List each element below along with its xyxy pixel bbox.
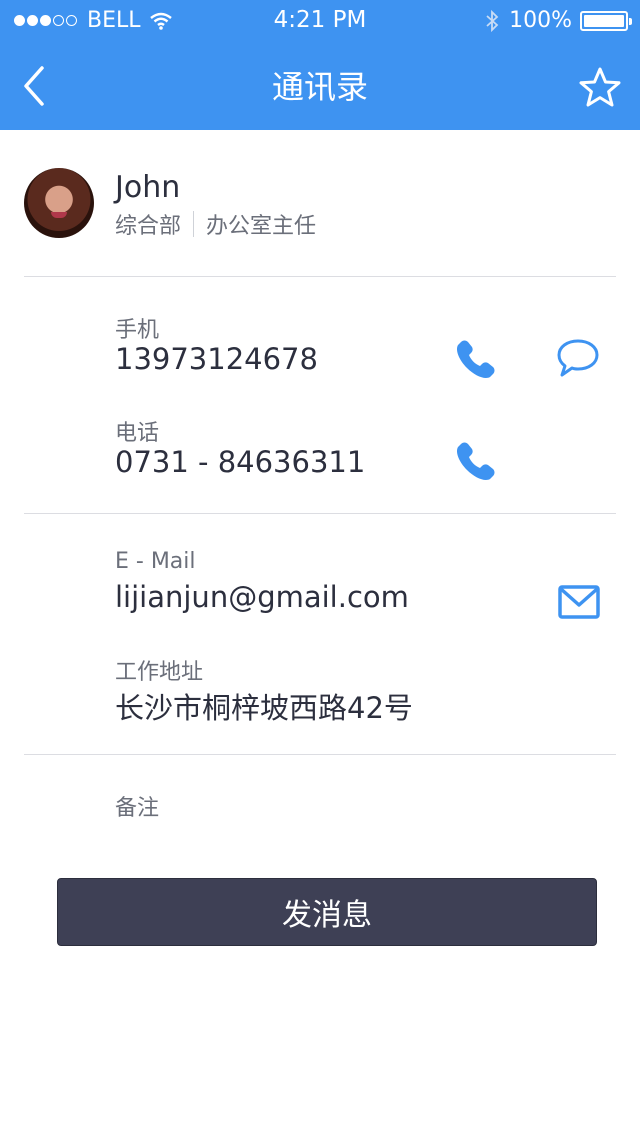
divider — [24, 513, 616, 514]
address-label: 工作地址 — [115, 660, 204, 685]
message-mobile-button[interactable] — [556, 336, 600, 380]
divider — [24, 754, 616, 755]
contact-name: John — [115, 170, 181, 205]
contact-subtitle: 综合部 办公室主任 — [115, 208, 316, 240]
mobile-value: 13973124678 — [115, 342, 318, 376]
call-mobile-button[interactable] — [455, 336, 499, 380]
email-value: lijianjun@gmail.com — [115, 580, 409, 614]
battery-percent: 100% — [509, 8, 572, 33]
subtitle-separator — [193, 211, 195, 237]
address-value: 长沙市桐梓坡西路42号 — [115, 691, 413, 725]
favorite-star-button[interactable] — [578, 66, 622, 110]
avatar — [24, 168, 94, 238]
contact-profile: John 综合部 办公室主任 — [24, 168, 616, 240]
contact-position: 办公室主任 — [206, 214, 317, 239]
app-header: BELL 4:21 PM 100% 通讯录 — [0, 0, 640, 130]
bluetooth-icon — [486, 9, 499, 32]
mobile-label: 手机 — [115, 318, 160, 343]
send-email-button[interactable] — [557, 581, 601, 625]
phone-label: 电话 — [115, 421, 160, 446]
notes-label: 备注 — [115, 796, 160, 821]
call-phone-button[interactable] — [455, 438, 499, 482]
status-bar: BELL 4:21 PM 100% — [0, 0, 640, 40]
email-label: E - Mail — [115, 549, 196, 574]
battery-icon — [580, 10, 632, 31]
send-message-button[interactable]: 发消息 — [57, 878, 597, 946]
divider — [24, 276, 616, 277]
status-right-group: 100% — [485, 8, 632, 33]
page-title: 通讯录 — [271, 68, 368, 106]
phone-value: 0731 - 84636311 — [115, 445, 366, 479]
contact-department: 综合部 — [115, 214, 182, 239]
